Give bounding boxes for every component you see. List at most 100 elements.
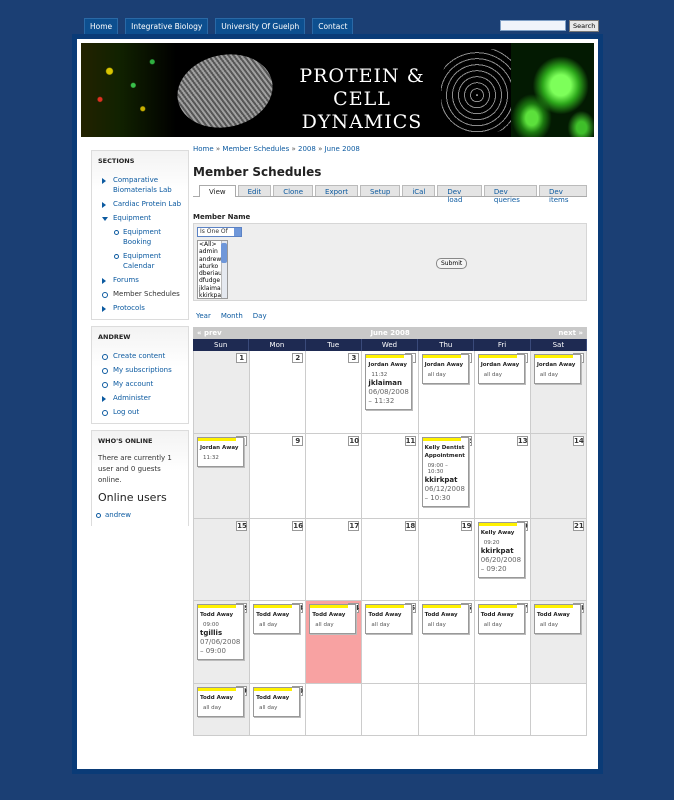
event-title[interactable]: Jordan Away [535,358,580,369]
day-number[interactable]: 3 [348,353,360,363]
tab-clone[interactable]: Clone [273,185,314,196]
sidebar-item-equipment[interactable]: Equipment [102,211,188,225]
sidebar-item-cardiac-protein[interactable]: Cardiac Protein Lab [102,197,188,211]
tab-dev-load[interactable]: Dev load [437,185,482,204]
event-title[interactable]: Jordan Away [198,441,243,452]
calendar-day[interactable]: 12Kelly Dentist Appointment09:00 – 10:30… [418,434,475,519]
online-user[interactable]: andrew [96,508,188,522]
calendar-day[interactable]: 20Kelly Away09:20kkirkpat06/20/2008 – 09… [474,519,531,601]
next-link[interactable]: next » [558,327,583,339]
link-log-out[interactable]: Log out [102,405,188,419]
event-title[interactable]: Todd Away [198,608,243,619]
day-number[interactable]: 19 [460,521,472,531]
day-number[interactable]: 13 [516,436,528,446]
event-title[interactable]: Todd Away [423,608,468,619]
calendar-day[interactable]: 4Jordan Away11:32jklaiman06/08/2008 – 11… [362,351,419,434]
event-title[interactable]: Jordan Away [423,358,468,369]
calendar-event[interactable]: Todd Away all day [197,687,244,717]
link-create-content[interactable]: Create content [102,349,188,363]
calendar-day[interactable]: 6Jordan Awayall day [474,351,531,434]
day-number[interactable]: 18 [404,521,416,531]
day-number[interactable]: 15 [236,521,248,531]
calendar-event[interactable]: Todd Away 09:00 tgillis 07/06/2008 – 09:00 [197,604,244,660]
sidebar-item-forums[interactable]: Forums [102,273,188,287]
calendar-day[interactable]: 27Todd Awayall day [474,601,531,684]
calendar-event[interactable]: Todd Away all day [365,604,413,634]
sidebar-item-comparative-biomaterials[interactable]: Comparative Biomaterials Lab [102,173,188,197]
calendar-event[interactable]: Jordan Away 11:32 [197,437,244,467]
calendar-day[interactable]: 16 [250,519,307,601]
sidebar-item-equipment-booking[interactable]: Equipment Booking [114,225,188,249]
event-title[interactable]: Todd Away [254,608,299,619]
day-number[interactable]: 16 [292,521,304,531]
operator-select[interactable]: Is One Of [197,227,242,237]
calendar-event[interactable]: Todd Away all day [533,604,581,634]
event-user[interactable]: jklaiman [366,379,411,387]
prev-link[interactable]: « prev [197,327,222,339]
event-title[interactable]: Jordan Away [479,358,524,369]
calendar-day[interactable]: 7Jordan Awayall day [530,351,587,434]
event-title[interactable]: Todd Away [310,608,355,619]
event-title[interactable]: Jordan Away [366,358,411,369]
calendar-day[interactable]: 8Jordan Away11:32 [194,434,251,519]
calendar-day[interactable]: 1 [194,351,251,434]
event-user[interactable]: kkirkpat [479,547,524,555]
crumb-year[interactable]: 2008 [298,145,316,153]
view-day[interactable]: Day [253,312,267,320]
tab-ical[interactable]: iCal [402,185,436,196]
calendar-event[interactable]: Todd Away all day [477,604,525,634]
calendar-event[interactable]: Jordan Away all day [421,354,469,384]
sidebar-item-member-schedules[interactable]: Member Schedules [102,287,188,301]
search-button[interactable]: Search [569,20,600,32]
day-number[interactable]: 14 [572,436,584,446]
event-title[interactable]: Todd Away [535,608,580,619]
view-year[interactable]: Year [196,312,211,320]
crumb-month[interactable]: June 2008 [325,145,360,153]
calendar-day[interactable]: 17 [306,519,363,601]
tab-edit[interactable]: Edit [237,185,272,196]
day-number[interactable]: 9 [292,436,304,446]
multiselect-scroll-thumb[interactable] [221,243,227,263]
search-input[interactable] [500,20,566,31]
calendar-day[interactable]: 30Todd Awayall day [250,684,307,736]
view-month[interactable]: Month [221,312,243,320]
crumb-member-schedules[interactable]: Member Schedules [222,145,289,153]
calendar-day[interactable]: 23Todd Awayall day [250,601,307,684]
day-number[interactable]: 10 [348,436,360,446]
link-my-account[interactable]: My account [102,377,188,391]
event-user[interactable]: kkirkpat [423,476,468,484]
event-title[interactable]: Todd Away [198,691,243,702]
calendar-day[interactable]: 25Todd Awayall day [362,601,419,684]
calendar-day[interactable]: 13 [474,434,531,519]
calendar-day[interactable]: 9 [250,434,307,519]
calendar-day[interactable]: 29Todd Awayall day [194,684,251,736]
event-user[interactable]: tgillis [198,629,243,637]
calendar-day[interactable]: 15 [194,519,251,601]
calendar-event[interactable]: Todd Away all day [253,687,301,717]
nav-home[interactable]: Home [84,18,119,35]
link-my-subscriptions[interactable]: My subscriptions [102,363,188,377]
calendar-event[interactable]: Todd Away all day [309,604,357,634]
calendar-event[interactable]: Kelly Away 09:20 kkirkpat 06/20/2008 – 09:2… [477,522,525,578]
tab-dev-queries[interactable]: Dev queries [483,185,537,204]
day-number[interactable]: 17 [348,521,360,531]
tab-view[interactable]: View [199,185,236,197]
calendar-day[interactable]: 11 [362,434,419,519]
crumb-home[interactable]: Home [193,145,214,153]
calendar-day[interactable]: 10 [306,434,363,519]
event-title[interactable]: Kelly Away [479,526,524,537]
sidebar-item-protocols[interactable]: Protocols [102,301,188,315]
tab-export[interactable]: Export [315,185,358,196]
calendar-event[interactable]: Todd Away all day [421,604,469,634]
day-number[interactable]: 2 [292,353,304,363]
calendar-event[interactable]: Jordan Away 11:32 jklaiman 06/08/2008 – 11:… [365,354,413,410]
calendar-day[interactable]: 28Todd Awayall day [530,601,587,684]
calendar-day[interactable]: 3 [306,351,363,434]
calendar-day[interactable]: 19 [418,519,475,601]
member-multiselect[interactable]: <All> admin andrew aturko dberiaul dfudg… [197,240,228,299]
nav-university-of-guelph[interactable]: University Of Guelph [215,18,306,35]
calendar-day[interactable]: 5Jordan Awayall day [418,351,475,434]
nav-integrative-biology[interactable]: Integrative Biology [125,18,209,35]
sidebar-item-equipment-label[interactable]: Equipment [113,214,151,222]
sidebar-item-equipment-calendar[interactable]: Equipment Calendar [114,249,188,273]
